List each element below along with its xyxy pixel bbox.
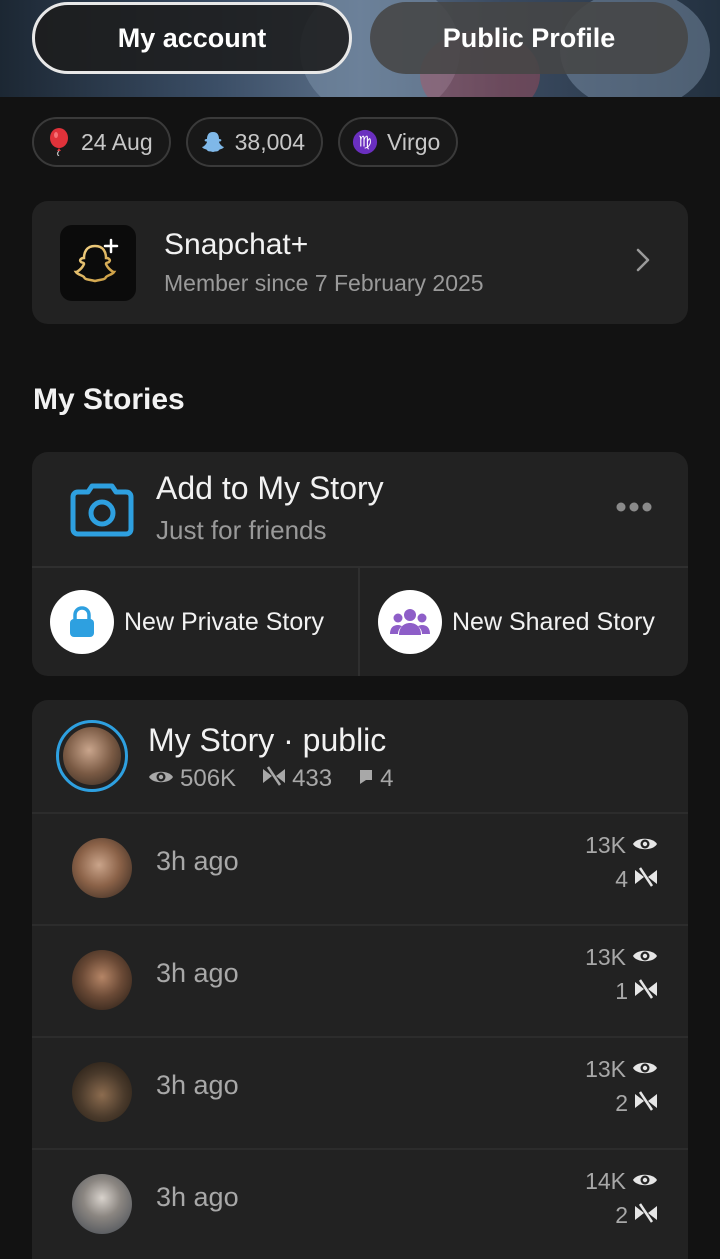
snap-thumbnail [72,1174,132,1234]
snap-screenshots: 4 [615,865,628,892]
my-account-button[interactable]: My account [32,2,352,74]
story-snap-row[interactable]: 3h ago 14K 2 [32,1148,688,1259]
add-to-my-story-subtitle: Just for friends [156,515,327,545]
snap-stats: 13K 4 [585,828,658,896]
screenshot-icon [634,978,658,1005]
add-to-my-story-button[interactable]: Add to My Story Just for friends [32,452,688,566]
snap-views: 13K [585,1055,626,1082]
my-story-row[interactable]: My Story · public 506K 433 4 [32,700,688,812]
add-to-my-story-text: Add to My Story Just for friends [156,470,384,546]
screenshot-icon [262,765,286,793]
eye-icon [632,1056,658,1083]
add-to-my-story-title: Add to My Story [156,470,384,506]
profile-chips: 24 Aug 38,004 ♍ Virgo [32,117,459,167]
story-snap-row[interactable]: 3h ago 13K 1 [32,924,688,1036]
chevron-right-icon [636,248,650,277]
snapscore-chip[interactable]: 38,004 [185,117,323,167]
more-options-icon[interactable] [616,500,652,518]
snapscore-label: 38,004 [234,128,305,155]
public-profile-button[interactable]: Public Profile [370,2,688,74]
new-shared-story-label: New Shared Story [452,607,655,636]
my-story-list: My Story · public 506K 433 4 3h ago 13K … [32,700,688,1259]
screenshot-icon [634,1090,658,1117]
snap-time: 3h ago [156,846,239,876]
birthday-label: 24 Aug [81,128,153,155]
story-ring-avatar [56,720,128,792]
snap-stats: 14K 2 [585,1164,658,1232]
story-snap-row[interactable]: 3h ago 13K 2 [32,1036,688,1148]
reply-icon [358,765,374,793]
snap-views: 13K [585,831,626,858]
new-private-story-button[interactable]: New Private Story [32,568,358,676]
snap-time: 3h ago [156,958,239,988]
my-stories-heading: My Stories [33,383,185,416]
eye-icon [148,765,174,793]
new-shared-story-button[interactable]: New Shared Story [360,568,688,676]
eye-icon [632,1168,658,1195]
snapchat-plus-card[interactable]: Snapchat+ Member since 7 February 2025 [32,201,688,324]
snap-thumbnail [72,1062,132,1122]
story-snap-row[interactable]: 3h ago 13K 4 [32,812,688,924]
snapchat-plus-logo-icon [60,224,136,301]
new-private-story-label: New Private Story [124,607,325,636]
snapchat-plus-title: Snapchat+ [164,228,309,261]
views-count: 506K [180,765,237,792]
svg-text:♍: ♍ [358,133,371,151]
snapchat-plus-subtitle: Member since 7 February 2025 [164,270,484,296]
my-story-title: My Story · public [148,722,387,758]
balloon-icon [46,128,72,156]
my-stories-card: Add to My Story Just for friends New Pri… [32,452,688,676]
avatar [63,727,121,785]
eye-icon [632,832,658,859]
snap-time: 3h ago [156,1070,239,1100]
lock-icon [50,590,114,654]
zodiac-label: Virgo [387,128,441,155]
group-icon [378,590,442,654]
snap-screenshots: 2 [615,1089,628,1116]
snap-stats: 13K 1 [585,940,658,1008]
screenshot-icon [634,866,658,893]
snapchat-plus-text: Snapchat+ Member since 7 February 2025 [164,228,636,297]
screenshots-count: 433 [292,765,333,792]
snap-stats: 13K 2 [585,1052,658,1120]
screenshot-icon [634,1202,658,1229]
snap-views: 14K [585,1167,626,1194]
snap-thumbnail [72,838,132,898]
snap-thumbnail [72,950,132,1010]
snap-screenshots: 1 [615,977,628,1004]
snap-views: 13K [585,943,626,970]
my-story-stats: 506K 433 4 [148,765,393,793]
zodiac-chip[interactable]: ♍ Virgo [338,117,459,167]
replies-count: 4 [380,765,394,792]
eye-icon [632,944,658,971]
camera-icon [70,480,134,543]
snap-time: 3h ago [156,1182,239,1212]
virgo-icon: ♍ [352,129,378,155]
snapscore-icon [200,129,226,155]
birthday-chip[interactable]: 24 Aug [32,117,171,167]
snap-screenshots: 2 [615,1201,628,1228]
